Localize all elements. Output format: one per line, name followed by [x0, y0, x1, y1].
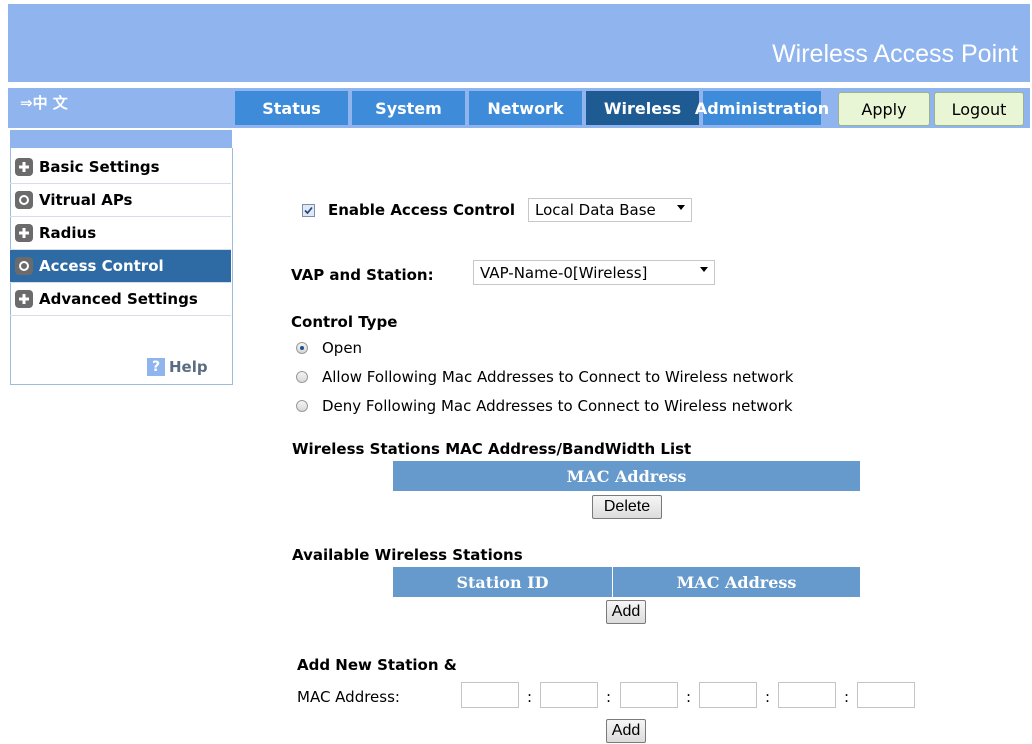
- radio-deny[interactable]: [296, 400, 308, 412]
- radio-open[interactable]: [296, 342, 308, 354]
- database-select[interactable]: Local Data Base: [528, 198, 692, 222]
- control-type-label: Control Type: [291, 313, 398, 331]
- sidebar-item-basic-settings[interactable]: Basic Settings: [10, 151, 231, 184]
- available-stations-title: Available Wireless Stations: [292, 546, 523, 564]
- radio-allow[interactable]: [296, 371, 308, 383]
- tab-administration[interactable]: Administration: [695, 91, 829, 125]
- checkmark-icon: [304, 206, 313, 215]
- sidebar-header: [10, 130, 232, 148]
- mac-field-5[interactable]: [778, 682, 836, 708]
- banner-title: Wireless Access Point: [772, 40, 1018, 68]
- add-new-station-button[interactable]: Add: [606, 719, 646, 743]
- vap-station-select-value: VAP-Name-0[Wireless]: [480, 263, 648, 282]
- mac-field-1[interactable]: [461, 682, 519, 708]
- tab-network[interactable]: Network: [469, 91, 582, 125]
- sidebar-item-access-control[interactable]: Access Control: [10, 250, 231, 283]
- tab-status[interactable]: Status: [235, 91, 348, 125]
- mac-separator: :: [527, 688, 533, 706]
- sidebar-item-advanced-settings[interactable]: Advanced Settings: [10, 283, 231, 316]
- mac-separator: :: [686, 688, 692, 706]
- mac-separator: :: [844, 688, 850, 706]
- database-select-value: Local Data Base: [535, 201, 656, 219]
- enable-access-control-label: Enable Access Control: [328, 201, 515, 219]
- tab-system[interactable]: System: [352, 91, 465, 125]
- circle-icon: [15, 257, 33, 275]
- mac-list-header: MAC Address: [393, 461, 860, 491]
- enable-access-control-checkbox[interactable]: [302, 204, 315, 217]
- tab-wireless[interactable]: Wireless: [586, 91, 699, 125]
- radio-allow-label: Allow Following Mac Addresses to Connect…: [322, 368, 794, 386]
- sidebar-item-label: Advanced Settings: [39, 290, 198, 308]
- sidebar-item-virtual-aps[interactable]: Vitrual APs: [10, 184, 231, 217]
- add-station-button[interactable]: Add: [606, 600, 646, 624]
- sidebar-item-label: Vitrual APs: [39, 191, 133, 209]
- mac-separator: :: [765, 688, 771, 706]
- plus-icon: [15, 290, 33, 308]
- vap-station-label: VAP and Station:: [291, 266, 434, 284]
- language-switch[interactable]: ⇒中 文: [20, 92, 68, 113]
- station-id-header: Station ID: [393, 567, 613, 597]
- mac-field-4[interactable]: [699, 682, 757, 708]
- sidebar-item-label: Basic Settings: [39, 158, 160, 176]
- mac-field-3[interactable]: [620, 682, 678, 708]
- help-link[interactable]: ? Help: [147, 358, 208, 376]
- station-mac-header: MAC Address: [613, 567, 860, 597]
- delete-button[interactable]: Delete: [592, 495, 662, 519]
- vap-station-select[interactable]: VAP-Name-0[Wireless]: [473, 260, 715, 285]
- circle-icon: [15, 191, 33, 209]
- logout-button[interactable]: Logout: [934, 92, 1024, 126]
- plus-icon: [15, 158, 33, 176]
- radio-deny-label: Deny Following Mac Addresses to Connect …: [322, 397, 793, 415]
- help-icon: ?: [147, 358, 165, 376]
- chevron-down-icon: [677, 205, 685, 210]
- sidebar-item-radius[interactable]: Radius: [10, 217, 231, 250]
- mac-field-6[interactable]: [857, 682, 915, 708]
- mac-field-2[interactable]: [540, 682, 598, 708]
- mac-list-title: Wireless Stations MAC Address/BandWidth …: [292, 440, 692, 458]
- mac-separator: :: [606, 688, 612, 706]
- add-new-station-title: Add New Station &: [297, 656, 457, 674]
- chevron-down-icon: [700, 267, 708, 272]
- apply-button[interactable]: Apply: [838, 92, 930, 126]
- plus-icon: [15, 224, 33, 242]
- help-label: Help: [169, 358, 208, 376]
- sidebar-item-label: Access Control: [39, 257, 164, 275]
- sidebar-item-label: Radius: [39, 224, 97, 242]
- radio-open-label: Open: [322, 339, 363, 357]
- mac-address-label: MAC Address:: [297, 688, 400, 706]
